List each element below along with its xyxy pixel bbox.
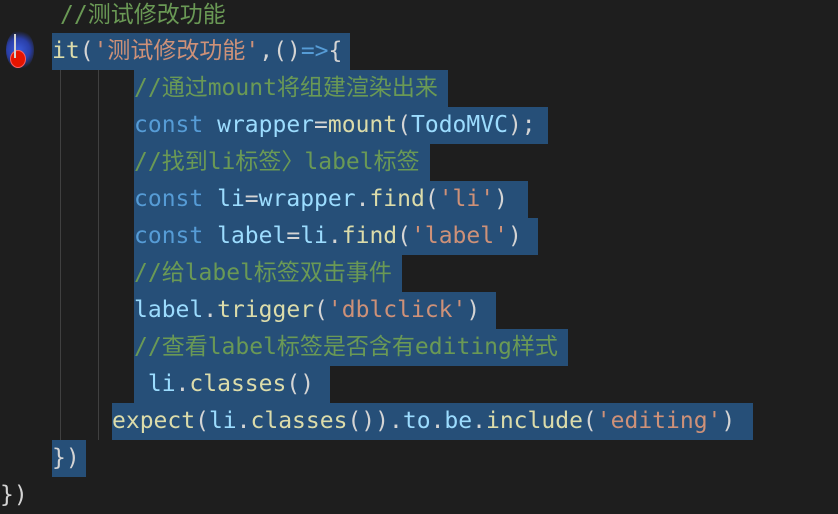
- code-token: =: [314, 112, 328, 138]
- code-token: .: [355, 186, 370, 212]
- indent-guide: [98, 70, 99, 440]
- code-token: ,(): [259, 38, 301, 64]
- code-token: li: [217, 186, 245, 212]
- code-token: (: [195, 408, 209, 434]
- code-token: mount: [327, 112, 398, 138]
- code-token: 'li': [438, 186, 495, 212]
- code-token: =: [244, 186, 259, 212]
- text-caret: [14, 34, 16, 58]
- code-token: find: [341, 223, 398, 249]
- code-token: //找到li标签〉label标签: [134, 149, 420, 175]
- code-token: .: [175, 371, 190, 397]
- code-token: 'editing': [596, 408, 722, 434]
- code-token: }): [0, 482, 28, 508]
- code-token: 'dblclick': [327, 297, 467, 323]
- code-line[interactable]: }): [0, 477, 28, 514]
- code-token: //通过mount将组建渲染出来: [134, 75, 438, 101]
- code-line[interactable]: //查看label标签是否含有editing样式: [134, 329, 568, 366]
- code-line[interactable]: }): [52, 440, 86, 477]
- indent-guide: [60, 70, 61, 440]
- breakpoint-icon[interactable]: [10, 50, 26, 68]
- code-line[interactable]: label.trigger('dblclick'): [134, 292, 497, 329]
- code-token: (: [424, 186, 439, 212]
- code-line[interactable]: li.classes(): [134, 366, 331, 403]
- code-token: 'label': [411, 223, 508, 249]
- code-token: ): [721, 408, 736, 434]
- code-token: (: [397, 223, 412, 249]
- code-token: wrapper: [217, 112, 315, 138]
- code-editor[interactable]: //测试修改功能 it('测试修改功能',()=>{ //通过mount将组建渲…: [0, 0, 838, 508]
- code-token: be: [444, 408, 473, 434]
- code-token: {: [328, 38, 343, 64]
- code-token: .: [472, 408, 486, 434]
- code-token: ): [466, 297, 481, 323]
- code-token: .: [327, 223, 342, 249]
- code-token: (: [314, 297, 328, 323]
- code-token: label: [217, 223, 287, 249]
- code-token: //测试修改功能: [60, 2, 226, 28]
- code-token: (): [286, 371, 315, 397]
- code-token: .: [236, 408, 251, 434]
- code-token: trigger: [217, 297, 315, 323]
- code-line[interactable]: const li=wrapper.find('li'): [134, 181, 528, 218]
- code-token: }): [52, 445, 80, 471]
- code-token: =>: [300, 38, 329, 64]
- code-token: it: [52, 38, 80, 64]
- code-token: ): [494, 186, 508, 212]
- code-token: li: [300, 223, 328, 249]
- code-token: '测试修改功能': [93, 38, 260, 64]
- code-token: ()): [347, 408, 389, 434]
- code-token: =: [286, 223, 301, 249]
- code-token: wrapper: [258, 186, 356, 212]
- code-token: find: [369, 186, 425, 212]
- code-token: const: [134, 223, 218, 249]
- code-token: //查看label标签是否含有editing样式: [134, 334, 558, 360]
- code-token: include: [485, 408, 583, 434]
- code-line[interactable]: const label=li.find('label'): [134, 218, 538, 255]
- code-token: .: [389, 408, 403, 434]
- code-token: );: [507, 112, 536, 138]
- code-token: (: [582, 408, 597, 434]
- code-token: li: [134, 371, 176, 397]
- code-token: const: [134, 186, 218, 212]
- code-line[interactable]: expect(li.classes()).to.be.include('edit…: [112, 403, 754, 440]
- code-line[interactable]: const wrapper=mount(TodoMVC);: [134, 107, 548, 144]
- code-token: const: [134, 112, 218, 138]
- code-token: (: [79, 38, 94, 64]
- code-token: to: [402, 408, 431, 434]
- code-token: ): [507, 223, 522, 249]
- code-token: TodoMVC: [411, 112, 508, 138]
- code-line[interactable]: it('测试修改功能',()=>{: [52, 33, 351, 70]
- code-token: expect: [112, 408, 196, 434]
- code-line[interactable]: //通过mount将组建渲染出来: [134, 70, 448, 107]
- code-token: .: [203, 297, 218, 323]
- code-token: classes: [250, 408, 348, 434]
- code-line[interactable]: //测试修改功能: [60, 0, 226, 34]
- code-line[interactable]: //给label标签双击事件: [134, 255, 402, 292]
- code-token: (: [397, 112, 411, 138]
- code-line[interactable]: //找到li标签〉label标签: [134, 144, 430, 181]
- code-token: li: [208, 408, 237, 434]
- code-token: //给label标签双击事件: [134, 260, 392, 286]
- code-token: classes: [189, 371, 287, 397]
- code-token: label: [134, 297, 204, 323]
- code-token: .: [430, 408, 445, 434]
